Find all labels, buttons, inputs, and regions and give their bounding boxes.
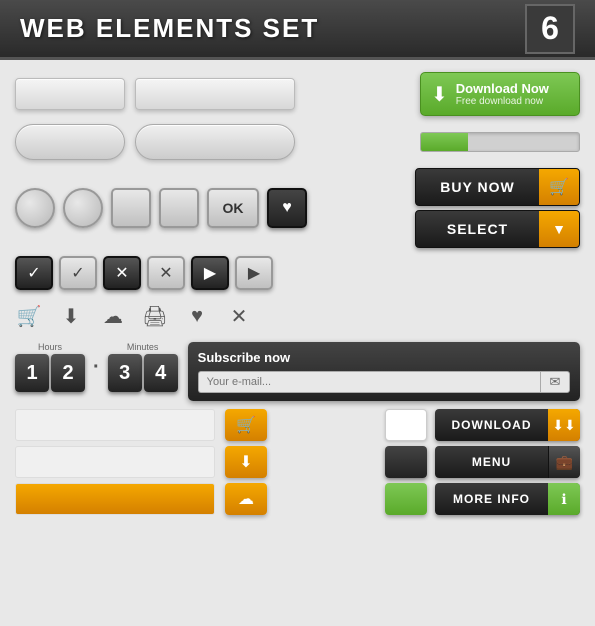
- minute-digit-1: 3: [108, 354, 142, 392]
- download-action-icon: ⬇⬇: [548, 409, 580, 441]
- header: WEB ELEMENTS SET 6: [0, 0, 595, 60]
- buy-now-button[interactable]: BUY NOW 🛒: [415, 168, 580, 206]
- heart-icon-flat[interactable]: ♥: [183, 302, 211, 330]
- download-arrow-icon: ⬇: [431, 82, 448, 107]
- square-button-1[interactable]: [111, 188, 151, 228]
- print-icon-flat[interactable]: 🖨: [141, 302, 169, 330]
- cloud-icon-flat[interactable]: ☁: [99, 302, 127, 330]
- arrow-right-button-dark[interactable]: ▶: [191, 256, 229, 290]
- buy-now-label: BUY NOW: [416, 179, 539, 195]
- list-item-1[interactable]: [15, 409, 215, 441]
- pill-button-large[interactable]: [135, 124, 295, 160]
- progress-bar-fill: [421, 133, 468, 151]
- preview-white-square: [385, 409, 427, 441]
- subscribe-title: Subscribe now: [198, 350, 570, 365]
- close-icon-flat[interactable]: ✕: [225, 302, 253, 330]
- check-button-dark[interactable]: ✓: [15, 256, 53, 290]
- check-button-light[interactable]: ✓: [59, 256, 97, 290]
- minutes-label: Minutes: [127, 342, 159, 352]
- cross-button-light[interactable]: ✕: [147, 256, 185, 290]
- download-icon-flat[interactable]: ⬇: [57, 302, 85, 330]
- subscribe-box: Subscribe now ✉: [188, 342, 580, 401]
- download-action-button[interactable]: DOWNLOAD ⬇⬇: [435, 409, 580, 441]
- list-item-3[interactable]: [15, 483, 215, 515]
- select-button[interactable]: SELECT ▼: [415, 210, 580, 248]
- cart-icon: 🛒: [539, 169, 579, 205]
- circle-button-2[interactable]: [63, 188, 103, 228]
- cross-button-dark[interactable]: ✕: [103, 256, 141, 290]
- square-button-2[interactable]: [159, 188, 199, 228]
- pill-button-small[interactable]: [15, 124, 125, 160]
- header-number: 6: [525, 4, 575, 54]
- download-action-label: DOWNLOAD: [435, 418, 548, 432]
- preview-black-square: [385, 446, 427, 478]
- rect-button-medium[interactable]: [135, 78, 295, 110]
- hours-label: Hours: [38, 342, 62, 352]
- cart-action-button[interactable]: 🛒: [225, 409, 267, 441]
- subscribe-send-button[interactable]: ✉: [540, 371, 570, 393]
- icon-column: 🛒 ⬇ ☁: [225, 409, 273, 515]
- ok-button[interactable]: OK: [207, 188, 259, 228]
- more-info-label: MORE INFO: [435, 492, 548, 506]
- download-now-button[interactable]: ⬇ Download Now Free download now: [420, 72, 580, 116]
- menu-action-label: MENU: [435, 455, 548, 469]
- right-section: DOWNLOAD ⬇⬇ MENU 💼 MORE INFO ℹ: [385, 409, 580, 515]
- info-icon: ℹ: [548, 483, 580, 515]
- header-title: WEB ELEMENTS SET: [20, 13, 319, 44]
- briefcase-icon: 💼: [548, 446, 580, 478]
- progress-bar-container: [420, 132, 580, 152]
- heart-icon: ♥: [282, 199, 292, 217]
- list-section: [15, 409, 215, 515]
- hour-digit-2: 2: [51, 354, 85, 392]
- countdown-timer: Hours 1 2 · Minutes 3 4: [15, 342, 178, 392]
- minute-digit-2: 4: [144, 354, 178, 392]
- menu-action-button[interactable]: MENU 💼: [435, 446, 580, 478]
- rect-button-small[interactable]: [15, 78, 125, 110]
- preview-green-square: [385, 483, 427, 515]
- arrow-right-button-light[interactable]: ▶: [235, 256, 273, 290]
- cloud-action-button[interactable]: ☁: [225, 483, 267, 515]
- download-sub-text: Free download now: [456, 96, 549, 107]
- circle-button-1[interactable]: [15, 188, 55, 228]
- list-item-2[interactable]: [15, 446, 215, 478]
- cart-icon-flat[interactable]: 🛒: [15, 302, 43, 330]
- download-main-text: Download Now: [456, 81, 549, 96]
- chevron-down-icon: ▼: [539, 211, 579, 247]
- action-buttons: DOWNLOAD ⬇⬇ MENU 💼 MORE INFO ℹ: [435, 409, 580, 515]
- more-info-action-button[interactable]: MORE INFO ℹ: [435, 483, 580, 515]
- preview-squares: [385, 409, 427, 515]
- subscribe-email-input[interactable]: [198, 371, 540, 393]
- select-label: SELECT: [416, 221, 539, 237]
- heart-button[interactable]: ♥: [267, 188, 307, 228]
- bookmark-action-button[interactable]: ⬇: [225, 446, 267, 478]
- hour-digit-1: 1: [15, 354, 49, 392]
